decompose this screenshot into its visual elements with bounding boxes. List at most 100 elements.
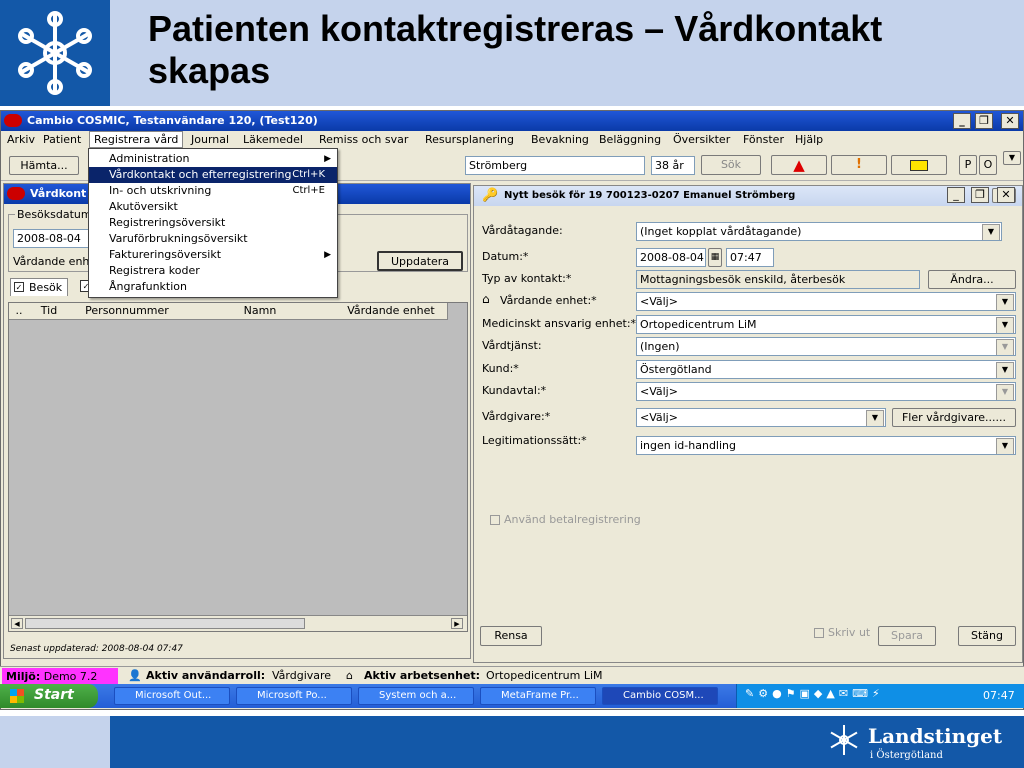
footer-logo-title: Landstinget xyxy=(868,724,1003,748)
task-metaframe[interactable]: MetaFrame Pr... xyxy=(480,687,596,705)
tab-besok[interactable]: ✓ Besök xyxy=(10,278,68,296)
menu-item-administration[interactable]: Administration ▶ xyxy=(89,151,337,167)
chevron-down-icon[interactable]: ▼ xyxy=(996,339,1014,355)
col-header-namn[interactable]: Namn xyxy=(185,303,336,320)
hamta-button[interactable]: Hämta... xyxy=(9,156,79,175)
vardatagande-select[interactable]: (Inget kopplat vårdåtagande) ▼ xyxy=(636,222,1002,241)
menu-resursplanering[interactable]: Resursplanering xyxy=(425,133,514,146)
vardtjanst-select[interactable]: (Ingen) ▼ xyxy=(636,337,1016,356)
menu-item-fakturering[interactable]: Faktureringsöversikt ▶ xyxy=(89,247,337,263)
o-button[interactable]: O xyxy=(979,155,997,175)
menu-journal[interactable]: Journal xyxy=(191,133,229,146)
vardande-enhet-select[interactable]: <Välj> ▼ xyxy=(636,292,1016,311)
med-ansvarig-select[interactable]: Ortopedicentrum LiM ▼ xyxy=(636,315,1016,334)
p-button[interactable]: P xyxy=(959,155,977,175)
alert-button[interactable]: ! xyxy=(831,155,887,175)
chevron-down-icon[interactable]: ▼ xyxy=(996,294,1014,310)
col-header-tid[interactable]: Tid xyxy=(29,303,70,320)
toolbar-dropdown-button[interactable]: ▼ xyxy=(1003,151,1021,165)
new-visit-icon: 🔑 xyxy=(482,188,499,203)
menu-remiss[interactable]: Remiss och svar xyxy=(319,133,408,146)
kundavtal-select[interactable]: <Välj> ▼ xyxy=(636,382,1016,401)
child-close-button[interactable]: ✕ xyxy=(997,187,1015,203)
building-icon: ⌂ xyxy=(346,669,353,682)
andra-button[interactable]: Ändra... xyxy=(928,270,1016,289)
task-outlook[interactable]: Microsoft Out... xyxy=(114,687,230,705)
roll-label: Aktiv användarroll: xyxy=(146,669,266,682)
col-header-vardande-enhet[interactable]: Vårdande enhet xyxy=(335,303,448,320)
scroll-left-icon[interactable]: ◀ xyxy=(11,618,23,629)
vardgivare-select[interactable]: <Välj> ▼ xyxy=(636,408,886,427)
menu-patient[interactable]: Patient xyxy=(43,133,81,146)
scroll-thumb[interactable] xyxy=(25,618,305,629)
scroll-right-icon[interactable]: ▶ xyxy=(451,618,463,629)
chevron-down-icon[interactable]: ▼ xyxy=(996,362,1014,378)
vardande-enhet-label: Vårdande enhet:* xyxy=(500,294,597,307)
minimize-button[interactable]: _ xyxy=(953,113,971,129)
chevron-down-icon[interactable]: ▼ xyxy=(996,384,1014,400)
legitimation-value: ingen id-handling xyxy=(640,439,736,452)
spara-button[interactable]: Spara xyxy=(878,626,936,646)
menu-hjalp[interactable]: Hjälp xyxy=(795,133,823,146)
chevron-down-icon[interactable]: ▼ xyxy=(996,317,1014,333)
chevron-down-icon[interactable]: ▼ xyxy=(866,410,884,426)
menu-belaggning[interactable]: Beläggning xyxy=(599,133,661,146)
task-cambio[interactable]: Cambio COSM... xyxy=(602,687,718,705)
chevron-down-icon[interactable]: ▼ xyxy=(996,438,1014,454)
footer-left-block xyxy=(0,716,110,768)
start-button[interactable]: Start xyxy=(0,684,98,708)
vardtjanst-value: (Ingen) xyxy=(640,340,680,353)
menu-bevakning[interactable]: Bevakning xyxy=(531,133,589,146)
chevron-down-icon[interactable]: ▼ xyxy=(982,224,1000,240)
windows-logo-icon xyxy=(10,689,24,703)
menu-item-registrera-koder[interactable]: Registrera koder xyxy=(89,263,337,279)
miljo-label: Miljö: xyxy=(6,670,41,683)
datum-input[interactable]: 2008-08-04 xyxy=(636,248,706,267)
besoksdatum-label: Besöksdatum xyxy=(15,208,94,221)
menu-item-akutoversikt[interactable]: Akutöversikt xyxy=(89,199,337,215)
uppdatera-button[interactable]: Uppdatera xyxy=(377,251,463,271)
menu-arkiv[interactable]: Arkiv xyxy=(7,133,35,146)
menu-item-label: Registrera koder xyxy=(109,264,200,277)
tray-icons[interactable]: ✎⚙●⚑▣◆▲✉⌨⚡ xyxy=(745,687,884,700)
start-label: Start xyxy=(34,687,74,703)
system-tray: ✎⚙●⚑▣◆▲✉⌨⚡ 07:47 xyxy=(736,684,1024,708)
miljo-badge: Miljö: Demo 7.2 xyxy=(2,668,118,684)
besoksdatum-input[interactable]: 2008-08-04 xyxy=(13,229,91,248)
menu-registrera-vard[interactable]: Registrera vård xyxy=(89,131,184,148)
child-minimize-button[interactable]: _ xyxy=(947,187,965,203)
note-button[interactable] xyxy=(891,155,947,175)
kund-select[interactable]: Östergötland ▼ xyxy=(636,360,1016,379)
close-button[interactable]: ✕ xyxy=(1001,113,1019,129)
menu-fonster[interactable]: Fönster xyxy=(743,133,784,146)
child-restore-button[interactable]: ❐ xyxy=(971,187,989,203)
menu-item-registreringsoversikt[interactable]: Registreringsöversikt xyxy=(89,215,337,231)
calendar-icon[interactable]: ▦ xyxy=(708,248,722,267)
skriv-ut-checkbox[interactable] xyxy=(814,628,824,638)
warning-button[interactable]: ▲ xyxy=(771,155,827,175)
tid-input[interactable]: 07:47 xyxy=(726,248,774,267)
task-system[interactable]: System och a... xyxy=(358,687,474,705)
menu-item-varuforbrukning[interactable]: Varuförbrukningsöversikt xyxy=(89,231,337,247)
menu-item-vardkontakt[interactable]: Vårdkontakt och efterregistrering Ctrl+K xyxy=(89,167,337,183)
snowflake-icon xyxy=(18,11,92,95)
rensa-button[interactable]: Rensa xyxy=(480,626,542,646)
search-button[interactable]: Sök xyxy=(701,155,761,175)
task-powerpoint[interactable]: Microsoft Po... xyxy=(236,687,352,705)
fler-vardgivare-button[interactable]: Fler vårdgivare...... xyxy=(892,408,1016,427)
nytt-besok-title: Nytt besök för 19 700123-0207 Emanuel St… xyxy=(504,190,796,201)
menu-lakemedel[interactable]: Läkemedel xyxy=(243,133,303,146)
menu-oversikter[interactable]: Översikter xyxy=(673,133,730,146)
exclamation-icon: ! xyxy=(856,157,862,172)
restore-button[interactable]: ❐ xyxy=(975,113,993,129)
col-header-dots[interactable]: .. xyxy=(9,303,30,320)
menu-item-angrafunktion[interactable]: Ångrafunktion xyxy=(89,279,337,295)
vardatagande-label: Vårdåtagande: xyxy=(482,224,563,237)
menu-item-label: Faktureringsöversikt xyxy=(109,248,222,261)
legitimation-select[interactable]: ingen id-handling ▼ xyxy=(636,436,1016,455)
col-header-personnummer[interactable]: Personnummer xyxy=(69,303,186,320)
betalregistrering-checkbox[interactable] xyxy=(490,515,500,525)
stang-button[interactable]: Stäng xyxy=(958,626,1016,646)
menu-item-in-utskrivning[interactable]: In- och utskrivning Ctrl+E xyxy=(89,183,337,199)
horizontal-scrollbar[interactable]: ◀ ▶ xyxy=(9,615,467,631)
